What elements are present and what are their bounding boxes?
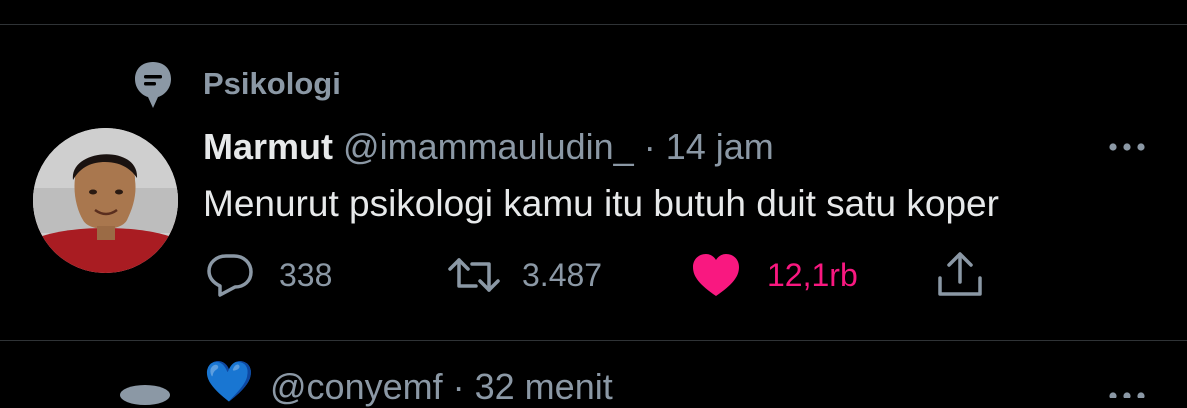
like-count: 12,1rb	[767, 257, 858, 293]
next-more-options-icon[interactable]	[1105, 385, 1149, 400]
author-name[interactable]: Marmut	[203, 126, 333, 167]
next-handle[interactable]: @conyemf	[270, 366, 443, 407]
more-options-icon[interactable]	[1105, 132, 1149, 162]
tweet-time[interactable]: 14 jam	[666, 126, 774, 167]
reply-count: 338	[279, 257, 333, 293]
next-time[interactable]: 32 menit	[475, 366, 613, 407]
author-handle[interactable]: @imammauludin_	[343, 126, 634, 167]
next-separator: ·	[452, 366, 465, 407]
like-icon[interactable]	[690, 250, 740, 300]
separator-dot: ·	[643, 126, 656, 167]
bottom-divider	[0, 340, 1187, 341]
topic-label[interactable]: Psikologi	[203, 66, 341, 102]
top-divider	[0, 24, 1187, 25]
topic-icon	[133, 60, 173, 110]
retweet-count: 3.487	[522, 257, 603, 293]
tweet-text: Menurut psikologi kamu itu butuh duit sa…	[203, 183, 999, 224]
share-icon[interactable]	[934, 250, 984, 300]
avatar[interactable]	[33, 128, 178, 273]
next-tweet-header: @conyemf · 32 menit	[270, 366, 613, 408]
next-avatar[interactable]	[120, 385, 170, 405]
blue-heart-emoji: 💙	[204, 360, 254, 404]
reply-icon[interactable]	[205, 250, 255, 300]
tweet-header: Marmut @imammauludin_ · 14 jam	[203, 126, 774, 168]
retweet-icon[interactable]	[446, 250, 500, 300]
